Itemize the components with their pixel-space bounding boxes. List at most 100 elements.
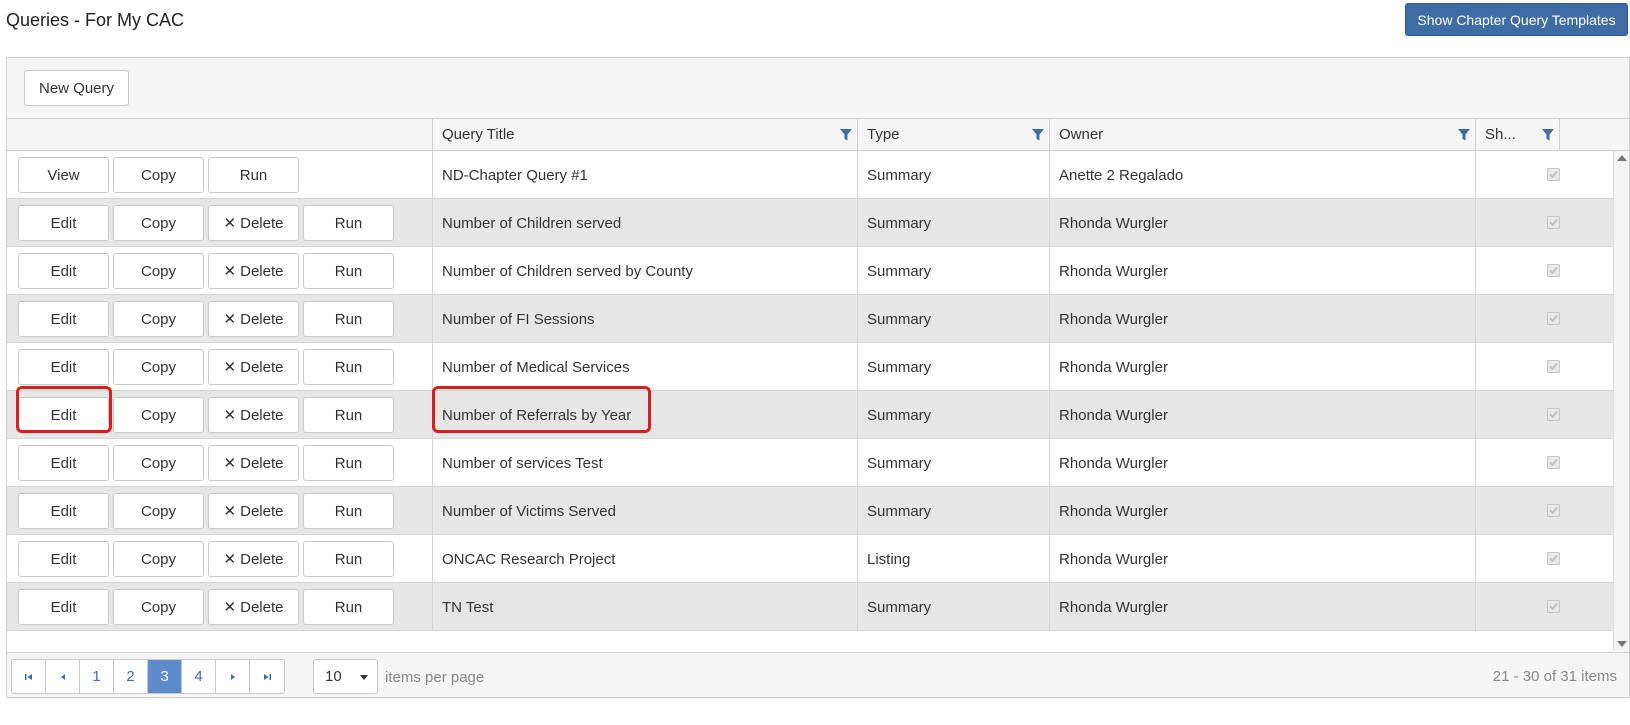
delete-button[interactable]: ✕ Delete [208, 445, 299, 481]
table-row: Edit Copy ✕ Delete Run Number of Children ser… [7, 247, 1613, 295]
run-button[interactable]: Run [303, 301, 394, 337]
run-button[interactable]: Run [303, 541, 394, 577]
shared-checkbox [1547, 312, 1560, 325]
scroll-down-arrow-icon[interactable] [1617, 641, 1627, 647]
edit-button[interactable]: Edit [18, 493, 109, 529]
run-button[interactable]: Run [303, 349, 394, 385]
page-button[interactable]: 2 [114, 660, 148, 693]
page-button[interactable]: 3 [148, 660, 182, 693]
type-header-label: Type [867, 126, 900, 143]
copy-button[interactable]: Copy [113, 589, 204, 625]
query-title-cell[interactable]: Number of Children served by County [433, 247, 858, 295]
owner-cell: Rhonda Wurgler [1050, 439, 1476, 487]
delete-button[interactable]: ✕ Delete [208, 253, 299, 289]
type-cell: Summary [858, 343, 1050, 391]
edit-button[interactable]: Edit [18, 253, 109, 289]
query-title-cell[interactable]: Number of Victims Served [433, 487, 858, 535]
delete-button[interactable]: ✕ Delete [208, 589, 299, 625]
delete-button[interactable]: ✕ Delete [208, 205, 299, 241]
scroll-up-arrow-icon[interactable] [1617, 155, 1627, 161]
table-row: Edit Copy ✕ Delete Run Number of Victims Serv… [7, 487, 1613, 535]
query-title-cell-text: Number of Victims Served [442, 502, 616, 520]
copy-button[interactable]: Copy [113, 157, 204, 193]
query-title-header[interactable]: Query Title [433, 119, 858, 150]
query-title-cell[interactable]: TN Test [433, 583, 858, 631]
edit-button[interactable]: Edit [18, 397, 109, 433]
items-per-page-select[interactable]: 10 [313, 659, 378, 694]
owner-cell: Rhonda Wurgler [1050, 583, 1476, 631]
filter-icon[interactable] [839, 128, 853, 142]
first-page-button[interactable] [12, 660, 46, 693]
page-button[interactable]: 4 [182, 660, 216, 693]
owner-header[interactable]: Owner [1050, 119, 1476, 150]
copy-button[interactable]: Copy [113, 397, 204, 433]
copy-button[interactable]: Copy [113, 205, 204, 241]
shared-header[interactable]: Sh... [1476, 119, 1560, 150]
type-header[interactable]: Type [858, 119, 1050, 150]
run-button[interactable]: Run [303, 253, 394, 289]
table-row: Edit Copy ✕ Delete Run ONCAC Research Project… [7, 535, 1613, 583]
delete-button[interactable]: ✕ Delete [208, 349, 299, 385]
actions-cell: Edit Copy ✕ Delete Run [7, 391, 433, 439]
run-button[interactable]: Run [208, 157, 299, 193]
copy-button[interactable]: Copy [113, 349, 204, 385]
next-page-button[interactable] [216, 660, 250, 693]
new-query-button[interactable]: New Query [24, 70, 129, 106]
filter-icon[interactable] [1457, 128, 1471, 142]
query-title-cell[interactable]: Number of services Test [433, 439, 858, 487]
copy-button[interactable]: Copy [113, 301, 204, 337]
owner-cell-text: Rhonda Wurgler [1059, 214, 1168, 232]
delete-button[interactable]: ✕ Delete [208, 541, 299, 577]
queries-grid: New Query Query Title Type Owner Sh... V… [6, 57, 1630, 698]
run-button[interactable]: Run [303, 589, 394, 625]
delete-button[interactable]: ✕ Delete [208, 301, 299, 337]
last-page-button[interactable] [250, 660, 284, 693]
edit-button[interactable]: Edit [18, 349, 109, 385]
edit-button-label: Edit [50, 550, 77, 568]
edit-button-label: Edit [50, 502, 77, 520]
first-page-icon [24, 673, 32, 680]
copy-button[interactable]: Copy [113, 445, 204, 481]
type-cell: Listing [858, 535, 1050, 583]
delete-button[interactable]: ✕ Delete [208, 493, 299, 529]
copy-button[interactable]: Copy [113, 493, 204, 529]
query-title-cell[interactable]: ND-Chapter Query #1 [433, 151, 858, 199]
edit-button[interactable]: Edit [18, 301, 109, 337]
query-title-cell[interactable]: Number of Children served [433, 199, 858, 247]
query-title-cell[interactable]: Number of Medical Services [433, 343, 858, 391]
vertical-scrollbar[interactable] [1613, 151, 1629, 651]
table-row: Edit Copy ✕ Delete Run TN Test Summary Rhonda W… [7, 583, 1613, 631]
close-icon: ✕ [223, 551, 237, 568]
delete-button[interactable]: ✕ Delete [208, 397, 299, 433]
query-title-header-label: Query Title [442, 126, 515, 143]
run-button[interactable]: Run [303, 445, 394, 481]
edit-button[interactable]: Edit [18, 541, 109, 577]
edit-button[interactable]: Edit [18, 589, 109, 625]
show-chapter-query-templates-button[interactable]: Show Chapter Query Templates [1405, 3, 1628, 36]
edit-button-label: Edit [50, 358, 77, 376]
query-title-cell[interactable]: Number of Referrals by Year [433, 391, 858, 439]
shared-header-label: Sh... [1485, 126, 1516, 143]
run-button[interactable]: Run [303, 205, 394, 241]
copy-button[interactable]: Copy [113, 253, 204, 289]
owner-cell: Rhonda Wurgler [1050, 391, 1476, 439]
filter-icon[interactable] [1031, 128, 1045, 142]
run-button[interactable]: Run [303, 493, 394, 529]
filter-icon[interactable] [1541, 128, 1555, 142]
owner-cell: Rhonda Wurgler [1050, 247, 1476, 295]
shared-cell [1476, 295, 1613, 343]
type-cell-text: Summary [867, 406, 932, 424]
page-title: Queries - For My CAC [6, 10, 185, 30]
previous-page-button[interactable] [46, 660, 80, 693]
query-title-cell-text: ND-Chapter Query #1 [442, 166, 588, 184]
query-title-cell[interactable]: Number of FI Sessions [433, 295, 858, 343]
run-button[interactable]: Run [303, 397, 394, 433]
type-cell: Summary [858, 247, 1050, 295]
page-button[interactable]: 1 [80, 660, 114, 693]
query-title-cell[interactable]: ONCAC Research Project [433, 535, 858, 583]
edit-button[interactable]: Edit [18, 205, 109, 241]
view-button[interactable]: View [18, 157, 109, 193]
copy-button[interactable]: Copy [113, 541, 204, 577]
edit-button[interactable]: Edit [18, 445, 109, 481]
next-page-icon [230, 673, 235, 680]
